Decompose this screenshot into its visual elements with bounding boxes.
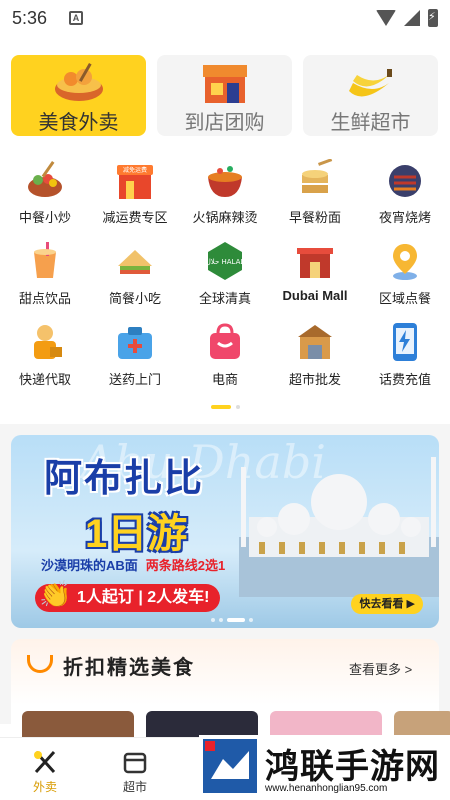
category-grid: 中餐小炒 减免运费 减运费专区 火锅麻辣烫 早餐粉面 夜宵烧烤 甜点饮品 简餐小… xyxy=(0,156,450,399)
banner-dot xyxy=(219,618,223,622)
banner-day: 1日游 xyxy=(85,512,188,556)
smile-logo-icon xyxy=(27,655,53,673)
grid-label: 送药上门 xyxy=(108,372,161,387)
grid-label: 快递代取 xyxy=(18,372,71,387)
grid-label: 电商 xyxy=(211,372,238,387)
fork-knife-icon xyxy=(34,750,56,774)
grid-label: Dubai Mall xyxy=(282,288,348,303)
grid-item-shipping-discount[interactable]: 减免运费 减运费专区 xyxy=(90,156,180,237)
banner-page-indicator xyxy=(211,618,253,622)
hotpot-icon xyxy=(208,166,242,197)
food-bowl-icon xyxy=(54,62,103,101)
battery-icon xyxy=(428,9,438,27)
grid-item-halal[interactable]: حلال HALAL 全球清真 xyxy=(180,237,270,318)
grid-item-dubai-mall[interactable]: Dubai Mall xyxy=(270,237,360,318)
salad-bowl-icon xyxy=(28,161,62,197)
grid-page-indicator xyxy=(0,405,450,409)
grid-label: 简餐小吃 xyxy=(108,291,161,306)
grid-badge: حلال HALAL xyxy=(206,258,245,266)
drink-cup-icon xyxy=(34,242,56,278)
tab-supermarket[interactable]: 超市 xyxy=(90,738,180,800)
grid-label: 甜点饮品 xyxy=(18,291,71,306)
grid-badge: 减免运费 xyxy=(123,166,147,174)
banner-pill: 👏 1人起订 | 2人发车! xyxy=(35,580,220,612)
courier-icon xyxy=(34,325,62,359)
grid-item-area-order[interactable]: 区域点餐 xyxy=(360,237,450,318)
grid-label: 超市批发 xyxy=(288,372,341,387)
store-icon xyxy=(123,752,147,774)
banner-subtitle-blue: 沙漠明珠的AB面 xyxy=(41,558,138,573)
grill-icon xyxy=(389,165,421,197)
sandwich-icon xyxy=(118,250,152,274)
grid-label: 中餐小炒 xyxy=(18,210,71,225)
steamer-icon xyxy=(302,159,333,193)
halal-badge-icon: حلال HALAL xyxy=(206,242,245,280)
banner-pill-text: 1人起订 | 2人发车! xyxy=(77,589,210,606)
watermark-url: www.henanhonglian95.com xyxy=(265,783,388,794)
watermark-logo xyxy=(203,739,257,793)
grid-label: 区域点餐 xyxy=(378,291,431,306)
banana-icon xyxy=(348,69,392,97)
status-time: 5:36 xyxy=(12,7,48,28)
tab-label: 超市 xyxy=(122,780,147,794)
grid-label: 减运费专区 xyxy=(102,210,168,225)
grid-label: 火锅麻辣烫 xyxy=(192,210,258,225)
grid-label: 早餐粉面 xyxy=(288,210,341,225)
discount-section: 折扣精选美食 查看更多 > xyxy=(11,639,450,751)
warehouse-icon xyxy=(298,325,332,359)
grid-item-hotpot[interactable]: 火锅麻辣烫 xyxy=(180,156,270,237)
grid-item-bbq[interactable]: 夜宵烧烤 xyxy=(360,156,450,237)
page-dot-active xyxy=(210,405,231,409)
notification-a-icon: A xyxy=(69,11,84,25)
discount-title: 折扣精选美食 xyxy=(63,657,195,679)
tab-takeout[interactable]: 外卖 xyxy=(0,738,90,800)
grid-label: 夜宵烧烤 xyxy=(378,210,431,225)
status-bar: 5:36 A xyxy=(0,0,450,36)
view-more-link[interactable]: 查看更多 > xyxy=(349,659,412,678)
banner-title: 阿布扎比 xyxy=(44,458,205,500)
location-pin-icon xyxy=(393,244,417,280)
medkit-icon xyxy=(118,327,152,359)
signal-icon xyxy=(404,10,420,26)
wifi-icon xyxy=(376,10,396,26)
shopping-bag-icon xyxy=(210,323,240,359)
banner-dot xyxy=(249,618,253,622)
top-cat-food-delivery[interactable]: 美食外卖 xyxy=(11,55,146,136)
grid-item-medicine-delivery[interactable]: 送药上门 xyxy=(90,318,180,399)
watermark-text: 鸿联手游网 xyxy=(265,748,440,786)
banner-subtitle: 沙漠明珠的AB面 两条路线2选1 xyxy=(41,555,225,574)
top-cat-fresh-market[interactable]: 生鲜超市 xyxy=(303,55,438,136)
storefront-icon xyxy=(202,65,247,103)
top-cat-group-buy[interactable]: 到店团购 xyxy=(157,55,292,136)
grid-item-phone-recharge[interactable]: 话费充值 xyxy=(360,318,450,399)
grid-item-wholesale[interactable]: 超市批发 xyxy=(270,318,360,399)
banner-dot-active xyxy=(227,618,245,622)
grid-item-chinese-stirfry[interactable]: 中餐小炒 xyxy=(0,156,90,237)
banner-cta-button[interactable]: 快去看看 ▶ xyxy=(351,594,423,614)
grid-label: 话费充值 xyxy=(378,372,431,387)
banner-subtitle-red: 两条路线2选1 xyxy=(145,558,226,573)
banner-dot xyxy=(211,618,215,622)
grid-item-breakfast[interactable]: 早餐粉面 xyxy=(270,156,360,237)
tab-label: 外卖 xyxy=(32,780,57,794)
top-cat-label: 美食外卖 xyxy=(38,112,119,134)
top-cat-label: 生鲜超市 xyxy=(330,112,411,134)
grid-item-snacks[interactable]: 简餐小吃 xyxy=(90,237,180,318)
grid-item-desserts-drinks[interactable]: 甜点饮品 xyxy=(0,237,90,318)
phone-charge-icon xyxy=(393,323,417,361)
grid-item-ecommerce[interactable]: 电商 xyxy=(180,318,270,399)
shop-badge-icon: 减免运费 xyxy=(117,165,153,199)
gate-icon xyxy=(297,248,333,278)
top-cat-label: 到店团购 xyxy=(184,112,265,134)
clap-hands-icon: 👏 xyxy=(39,579,72,609)
page-dot xyxy=(235,405,240,409)
mosque-illustration xyxy=(239,457,439,597)
grid-item-express-pickup[interactable]: 快递代取 xyxy=(0,318,90,399)
promo-banner[interactable]: Abu Dhabi 阿布扎比 1日游 沙漠明珠的AB面 两条路线2选1 👏 1人起… xyxy=(11,435,439,628)
grid-label: 全球清真 xyxy=(198,291,251,306)
top-categories: 美食外卖 到店团购 生鲜超市 xyxy=(11,55,439,136)
watermark: 鸿联手游网 www.henanhonglian95.com xyxy=(199,735,450,800)
